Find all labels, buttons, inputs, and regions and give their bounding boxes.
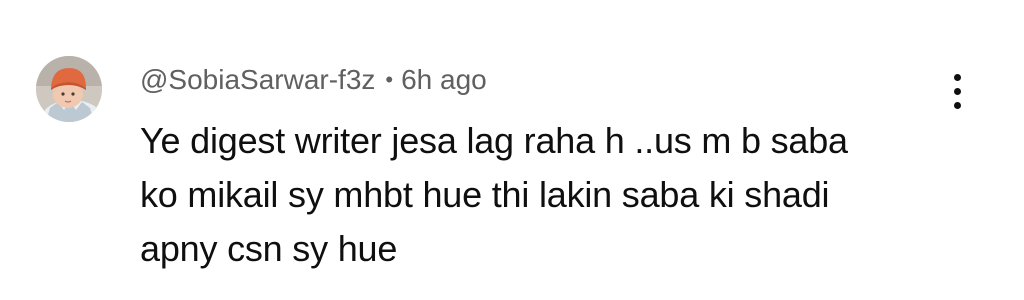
comment-item: @SobiaSarwar-f3z • 6h ago Ye digest writer… <box>0 0 1024 300</box>
more-vert-icon <box>953 101 961 109</box>
comment-text-line: apny csn sy hue <box>140 228 398 269</box>
avatar[interactable] <box>36 56 102 122</box>
comment-timestamp[interactable]: 6h ago <box>401 64 487 95</box>
comment-text-line: Ye digest writer jesa lag raha h ..us m … <box>140 120 848 161</box>
baby-photo-avatar-icon <box>36 56 102 122</box>
comment-header: @SobiaSarwar-f3z • 6h ago <box>140 60 487 100</box>
meta-separator: • <box>385 67 394 92</box>
comment-text: Ye digest writer jesa lag raha h ..us m … <box>140 114 940 276</box>
comment-text-line: ko mikail sy mhbt hue thi lakin saba ki … <box>140 174 830 215</box>
more-vert-icon <box>953 73 961 81</box>
more-options-button[interactable] <box>940 66 974 116</box>
author-name[interactable]: @SobiaSarwar-f3z <box>140 64 375 95</box>
more-vert-icon <box>953 87 961 95</box>
